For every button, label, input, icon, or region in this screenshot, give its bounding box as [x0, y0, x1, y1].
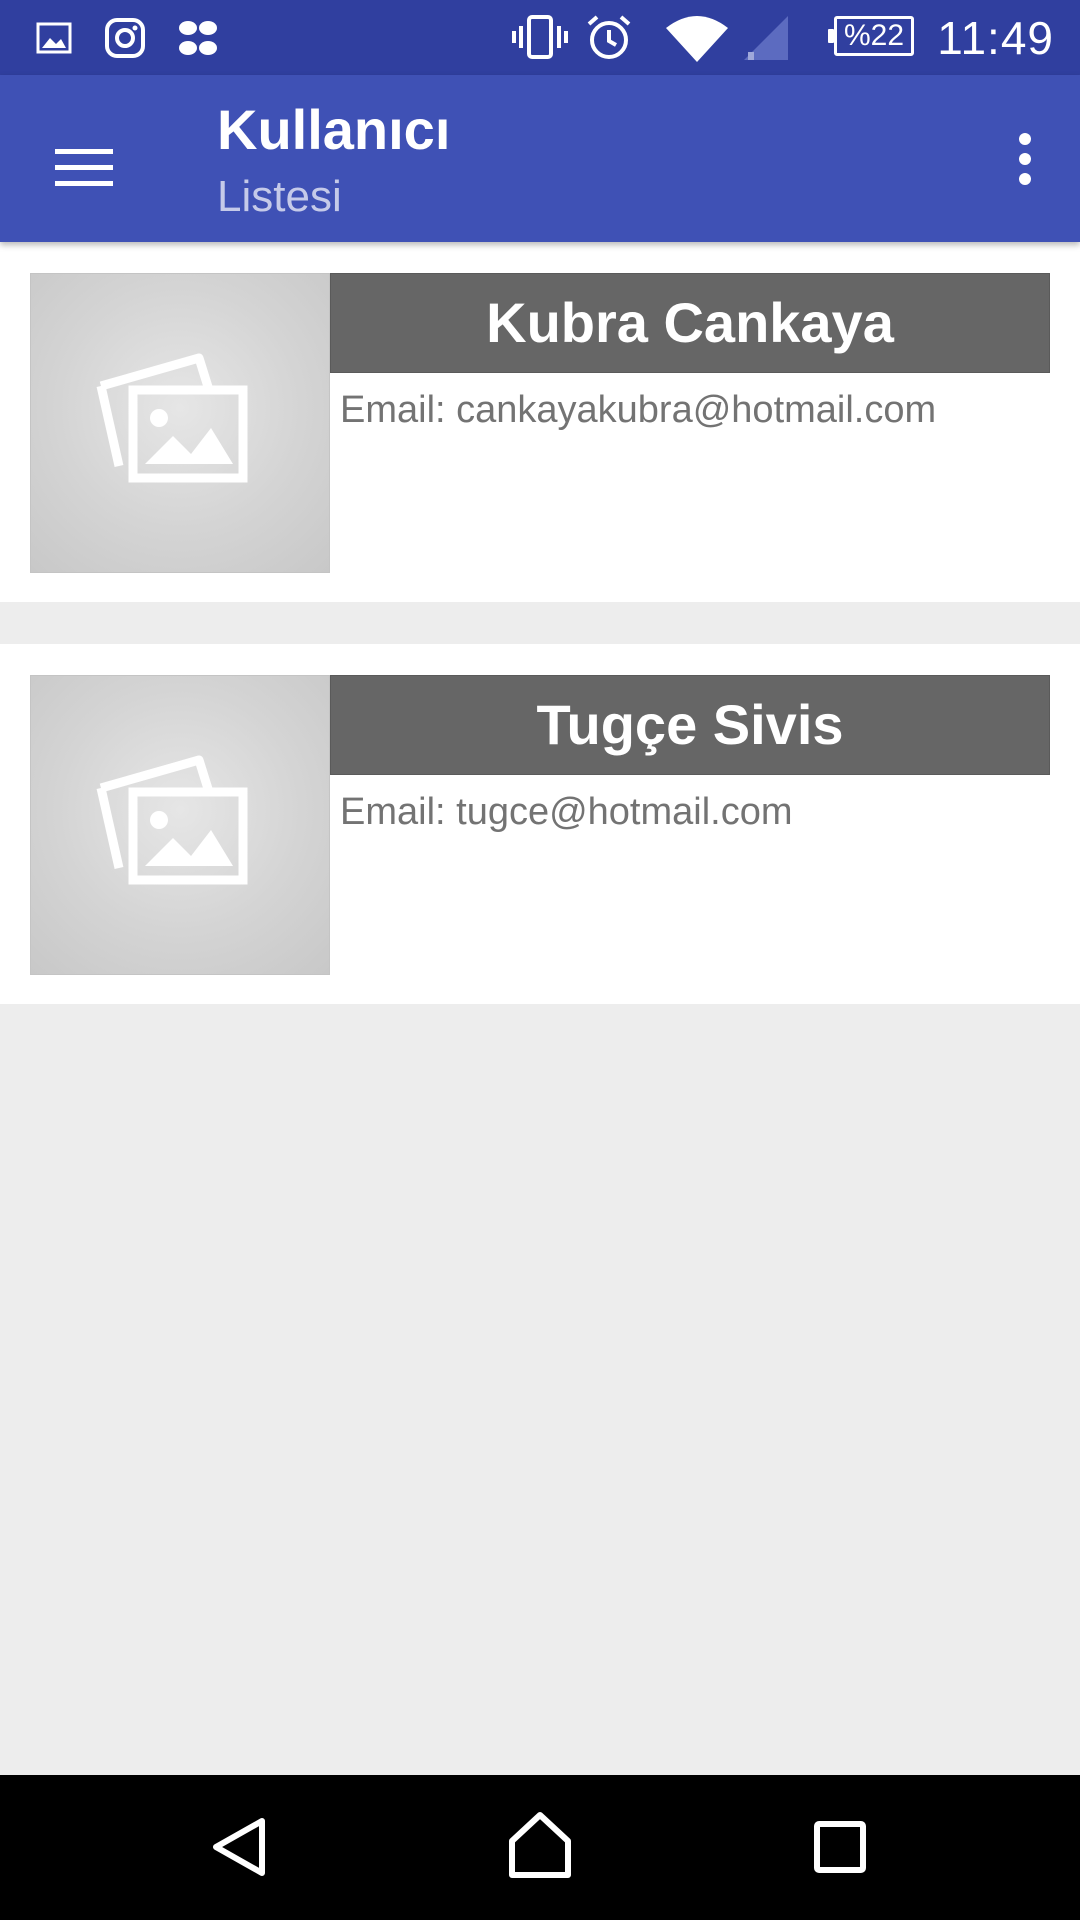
image-placeholder-icon [96, 353, 248, 483]
navigation-bar [0, 1775, 1080, 1920]
user-list: Kubra Cankaya Email: cankayakubra@hotmai… [0, 242, 1080, 1004]
app-icon [179, 21, 217, 55]
menu-button[interactable] [40, 125, 128, 213]
page-subtitle: Listesi [217, 172, 342, 221]
image-placeholder-icon [96, 755, 248, 885]
user-email: Email: tugce@hotmail.com [340, 791, 793, 833]
back-button[interactable] [190, 1797, 290, 1897]
home-button[interactable] [490, 1797, 590, 1897]
user-email: Email: cankayakubra@hotmail.com [340, 389, 937, 431]
app-screen: %22 11:49 Kullanıcı Listesi Kubra Cankay… [0, 0, 1080, 1920]
wifi-icon [666, 16, 728, 62]
app-bar: Kullanıcı Listesi [0, 75, 1080, 242]
battery-indicator: %22 [828, 16, 914, 56]
page-title: Kullanıcı [217, 98, 451, 161]
user-name: Kubra Cankaya [486, 291, 894, 354]
image-icon [36, 22, 72, 54]
instagram-icon [105, 18, 145, 58]
avatar [30, 273, 330, 573]
alarm-icon [587, 15, 631, 59]
recents-button[interactable] [790, 1797, 890, 1897]
more-vert-icon [1019, 133, 1031, 185]
overflow-menu-button[interactable] [996, 115, 1060, 195]
cellular-signal-icon [744, 16, 788, 60]
hamburger-menu-icon [55, 149, 113, 186]
home-icon [509, 1812, 571, 1878]
user-name-header: Tugçe Sivis [330, 675, 1050, 775]
user-name-header: Kubra Cankaya [330, 273, 1050, 373]
status-bar: %22 11:49 [0, 0, 1080, 75]
avatar [30, 675, 330, 975]
user-name: Tugçe Sivis [536, 693, 844, 756]
recents-icon [814, 1821, 866, 1873]
back-icon [213, 1818, 265, 1876]
clock: 11:49 [937, 12, 1054, 64]
list-item[interactable]: Kubra Cankaya Email: cankayakubra@hotmai… [0, 242, 1080, 602]
list-item[interactable]: Tugçe Sivis Email: tugce@hotmail.com [0, 644, 1080, 1004]
vibrate-icon [512, 15, 568, 59]
battery-level: %22 [843, 19, 905, 52]
